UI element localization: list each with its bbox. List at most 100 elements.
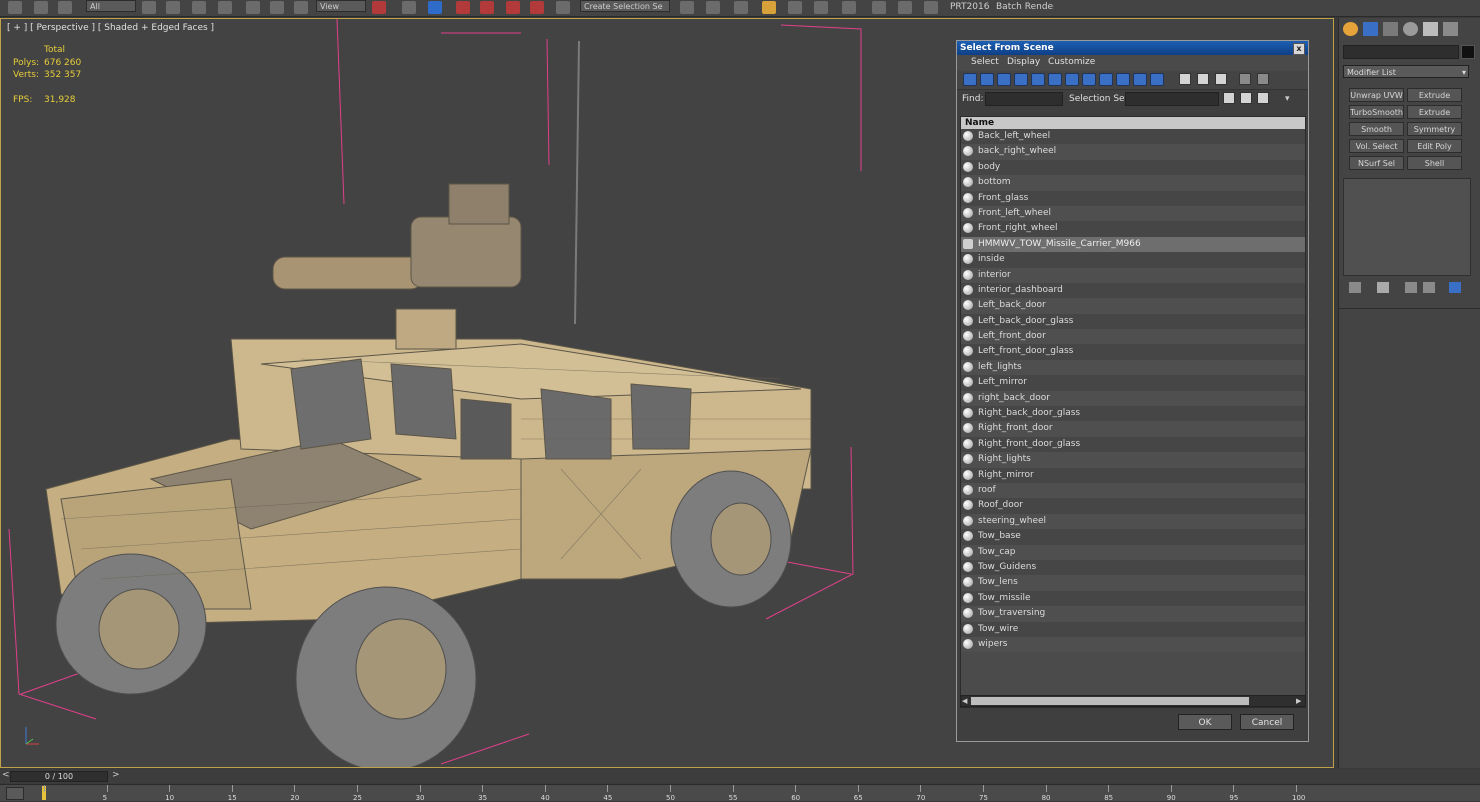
display-spacewarps-icon[interactable] — [1048, 73, 1062, 86]
display-xrefs-icon[interactable] — [1082, 73, 1096, 86]
window-crossing-icon[interactable] — [218, 1, 232, 14]
move-icon[interactable] — [246, 1, 260, 14]
list-item[interactable]: back_right_wheel — [961, 144, 1305, 160]
cancel-button[interactable]: Cancel — [1240, 714, 1294, 730]
display-geometry-icon[interactable] — [963, 73, 977, 86]
render-production-icon[interactable] — [924, 1, 938, 14]
layer-manager-icon[interactable] — [734, 1, 748, 14]
percent-snap-icon[interactable] — [506, 1, 520, 14]
show-end-result-icon[interactable] — [1377, 282, 1389, 293]
prev-frame-icon[interactable]: < — [2, 770, 10, 780]
rotate-icon[interactable] — [270, 1, 284, 14]
list-item[interactable]: body — [961, 159, 1305, 176]
select-none-icon[interactable] — [1197, 73, 1209, 85]
list-item[interactable]: roof — [961, 482, 1305, 499]
display-lights-icon[interactable] — [997, 73, 1011, 86]
reference-coordinate-dropdown[interactable]: View — [316, 0, 366, 12]
make-unique-icon[interactable] — [1405, 282, 1417, 293]
bind-spacewarp-icon[interactable] — [58, 1, 72, 14]
render-setup-icon[interactable] — [872, 1, 886, 14]
list-item[interactable]: Front_left_wheel — [961, 205, 1305, 222]
scale-icon[interactable] — [294, 1, 308, 14]
selection-filter-dropdown[interactable]: All — [86, 0, 136, 12]
curve-editor-icon[interactable] — [788, 1, 802, 14]
batch-render-button[interactable]: Batch Render... — [996, 0, 1054, 14]
modify-tab-icon[interactable] — [1363, 22, 1378, 36]
scrollbar-thumb[interactable] — [971, 697, 1249, 705]
hierarchy-tab-icon[interactable] — [1383, 22, 1398, 36]
viewport-label[interactable]: [ + ] [ Perspective ] [ Shaded + Edged F… — [7, 23, 214, 33]
utilities-tab-icon[interactable] — [1443, 22, 1458, 36]
keyboard-shortcut-icon[interactable] — [428, 1, 442, 14]
chevron-down-icon[interactable]: ▾ — [1285, 94, 1290, 104]
selection-set-dropdown[interactable] — [1125, 92, 1219, 106]
list-item[interactable]: Right_lights — [961, 452, 1305, 468]
horizontal-scrollbar[interactable]: ◀ ▶ — [960, 695, 1306, 707]
list-item[interactable]: left_lights — [961, 359, 1305, 376]
edit-named-selection-icon[interactable] — [556, 1, 570, 14]
list-item[interactable]: interior — [961, 267, 1305, 283]
list-item[interactable]: Left_mirror — [961, 375, 1305, 391]
list-item[interactable]: Right_back_door_glass — [961, 406, 1305, 422]
object-color-swatch[interactable] — [1461, 45, 1475, 59]
list-item[interactable]: Tow_base — [961, 529, 1305, 545]
modifier-button[interactable]: TurboSmooth — [1349, 105, 1404, 119]
list-item[interactable]: Right_front_door — [961, 421, 1305, 437]
display-helpers-icon[interactable] — [1031, 73, 1045, 86]
snap-toggle-icon[interactable] — [456, 1, 470, 14]
link-icon[interactable] — [8, 1, 22, 14]
spinner-snap-icon[interactable] — [530, 1, 544, 14]
mini-curve-editor-icon[interactable] — [6, 787, 24, 800]
named-selection-dropdown[interactable]: Create Selection Se — [580, 0, 670, 12]
dialog-title-bar[interactable]: Select From Scene x — [957, 41, 1308, 55]
list-item[interactable]: Tow_cap — [961, 544, 1305, 560]
filter-icon[interactable] — [1239, 73, 1251, 85]
schematic-view-icon[interactable] — [814, 1, 828, 14]
list-item[interactable]: right_back_door — [961, 390, 1305, 407]
modifier-button[interactable]: Extrude — [1407, 88, 1462, 102]
list-item[interactable]: Left_back_door_glass — [961, 313, 1305, 330]
graphite-tools-icon[interactable] — [762, 1, 776, 14]
list-item[interactable]: Left_front_door — [961, 329, 1305, 345]
material-editor-icon[interactable] — [842, 1, 856, 14]
object-name-field[interactable] — [1343, 45, 1459, 59]
pin-stack-icon[interactable] — [1349, 282, 1361, 293]
select-all-icon[interactable] — [1179, 73, 1191, 85]
next-frame-icon[interactable]: > — [112, 770, 120, 780]
time-slider[interactable]: 0 / 100 — [10, 771, 108, 782]
manipulate-icon[interactable] — [402, 1, 416, 14]
scroll-right-icon[interactable]: ▶ — [1296, 697, 1304, 705]
close-icon[interactable]: x — [1293, 43, 1305, 55]
list-item[interactable]: Left_back_door — [961, 298, 1305, 314]
display-groups-icon[interactable] — [1065, 73, 1079, 86]
modifier-button[interactable]: NSurf Sel — [1349, 156, 1404, 170]
mirror-icon[interactable] — [680, 1, 694, 14]
modifier-button[interactable]: Smooth — [1349, 122, 1404, 136]
list-item[interactable]: Right_front_door_glass — [961, 436, 1305, 453]
list-item[interactable]: Tow_wire — [961, 621, 1305, 637]
create-tab-icon[interactable] — [1343, 22, 1358, 36]
display-frozen-icon[interactable] — [1133, 73, 1147, 86]
modifier-list-dropdown[interactable]: Modifier List ▾ — [1343, 65, 1469, 78]
angle-snap-icon[interactable] — [480, 1, 494, 14]
modifier-button[interactable]: Extrude — [1407, 105, 1462, 119]
menu-display[interactable]: Display — [1007, 57, 1040, 67]
list-item[interactable]: Back_left_wheel — [961, 129, 1305, 145]
sort-icon[interactable] — [1257, 73, 1269, 85]
list-item[interactable]: Tow_traversing — [961, 606, 1305, 622]
list-item[interactable]: Roof_door — [961, 498, 1305, 514]
modifier-button[interactable]: Symmetry — [1407, 122, 1462, 136]
modifier-button[interactable]: Edit Poly — [1407, 139, 1462, 153]
configure-modifier-sets-icon[interactable] — [1449, 282, 1461, 293]
list-item[interactable]: Front_glass — [961, 190, 1305, 206]
modifier-button[interactable]: Unwrap UVW — [1349, 88, 1404, 102]
align-icon[interactable] — [706, 1, 720, 14]
list-item[interactable]: inside — [961, 252, 1305, 268]
list-item[interactable]: steering_wheel — [961, 513, 1305, 530]
add-to-set-icon[interactable] — [1240, 92, 1252, 104]
modifier-stack[interactable] — [1343, 178, 1471, 276]
create-selection-set-icon[interactable] — [1223, 92, 1235, 104]
display-bones-icon[interactable] — [1099, 73, 1113, 86]
select-by-name-icon[interactable] — [166, 1, 180, 14]
display-hidden-icon[interactable] — [1150, 73, 1164, 86]
